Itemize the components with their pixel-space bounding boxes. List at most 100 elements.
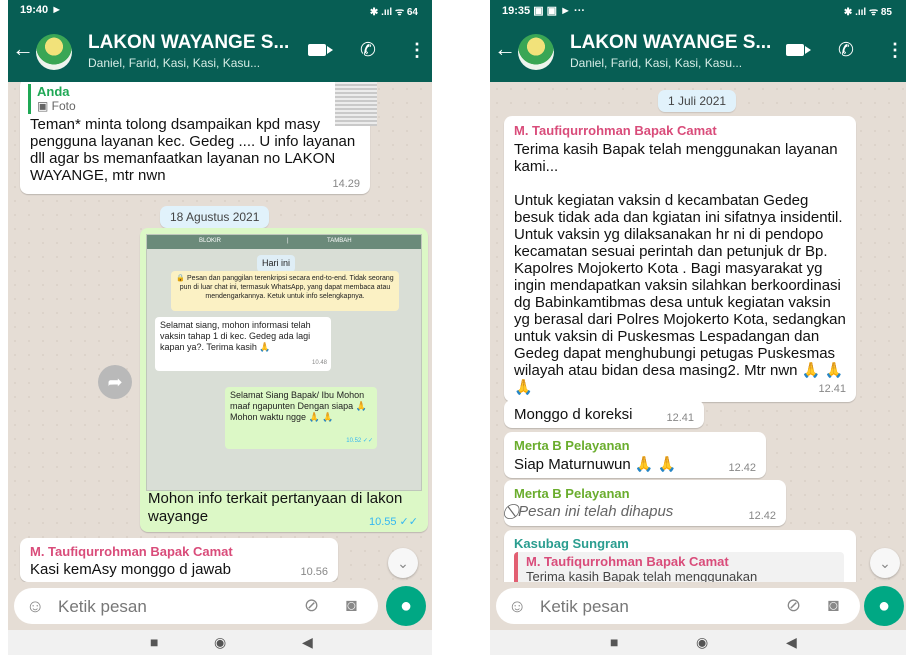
group-members[interactable]: Daniel, Farid, Kasi, Kasi, Kasu... [570,56,742,70]
deleted-message: ⃠ Pesan ini telah dihapus [514,503,776,520]
embed-outgoing-text: Selamat Siang Bapak/ Ibu Mohon maaf ngap… [230,390,367,422]
message-time: 12.41 [818,383,846,395]
more-options-icon[interactable]: ⋮ [886,40,904,61]
video-call-icon[interactable] [786,44,811,56]
phone-call-icon[interactable]: ✆ [360,39,376,62]
back-nav-icon[interactable]: ◀ [786,634,797,651]
emoji-icon[interactable]: ☺ [508,596,526,617]
more-options-icon[interactable]: ⋮ [408,40,426,61]
message-text: Terima kasih Bapak telah menggunakan lay… [514,141,838,175]
message-text: Siap Maturnuwun 🙏 🙏 [514,456,677,473]
recents-icon[interactable]: ■ [610,634,618,650]
status-time: 19:40 ► [20,4,63,16]
message-sender: Merta B Pelayanan [514,486,630,501]
camera-icon[interactable]: ◙ [346,595,357,616]
home-icon[interactable]: ◉ [214,634,226,651]
embed-header: BLOKIR | TAMBAH [147,235,421,249]
quoted-sender: M. Taufiqurrohman Bapak Camat [526,554,729,569]
message-input[interactable]: ☺ Ketik pesan ⊘ ◙ [496,588,860,624]
embed-outgoing-time: 10.52 ✓✓ [346,438,373,444]
message-text: Untuk kegiatan vaksin d kecambatan Gedeg… [514,192,846,396]
message-text: Kasi kemAsy monggo d jawab [30,561,231,578]
scroll-down-chevron-icon[interactable]: ⌄ [388,548,418,578]
message-time: 10.56 [300,566,328,578]
message-time: 14.29 [332,178,360,190]
quoted-text: Terima kasih Bapak telah menggunakan [526,569,758,582]
attach-paperclip-icon[interactable]: ⊘ [786,595,801,616]
reply-type: ▣ Foto [37,99,328,113]
android-nav-bar: ■ ◉ ◀ [8,630,432,655]
chat-header: ← LAKON WAYANGE S... Daniel, Farid, Kasi… [8,22,432,82]
message-bubble[interactable]: M. Taufiqurrohman Bapak Camat Terima kas… [504,116,856,402]
camera-icon[interactable]: ◙ [828,595,839,616]
scroll-down-chevron-icon[interactable]: ⌄ [870,548,900,578]
reply-sender: Anda [37,84,70,99]
left-phone-screen: 19:40 ► ✱ .ııl ᯤ 64 ← LAKON WAYANGE S...… [8,0,432,655]
chat-area[interactable]: Anda ▣ Foto Teman* minta tolong dsampaik… [8,82,432,582]
message-text: Pesan ini telah dihapus [518,503,674,520]
home-icon[interactable]: ◉ [696,634,708,651]
message-input[interactable]: ☺ Ketik pesan ⊘ ◙ [14,588,378,624]
attach-paperclip-icon[interactable]: ⊘ [304,595,319,616]
android-nav-bar: ■ ◉ ◀ [490,630,906,655]
embed-blokir: BLOKIR [199,238,222,244]
message-time: 12.42 [728,462,756,474]
back-arrow-icon[interactable]: ← [494,36,516,62]
back-nav-icon[interactable]: ◀ [302,634,313,651]
chat-header: ← LAKON WAYANGE S... Daniel, Farid, Kasi… [490,22,906,82]
phone-call-icon[interactable]: ✆ [838,39,854,62]
status-icons: ✱ .ııl ᯤ 64 [369,7,418,18]
message-bubble-deleted[interactable]: Merta B Pelayanan ⃠ Pesan ini telah diha… [504,480,786,526]
reply-type-label: Foto [51,99,76,113]
input-bar: ☺ Ketik pesan ⊘ ◙ ● [490,582,906,630]
mic-button-icon[interactable]: ● [864,586,904,626]
status-bar: 19:40 ► ✱ .ııl ᯤ 64 [8,0,432,22]
chat-area[interactable]: 1 Juli 2021 M. Taufiqurrohman Bapak Cama… [490,82,906,582]
reply-quote[interactable]: Anda ▣ Foto [28,84,328,114]
status-icons: ✱ .ııl ᯤ 85 [843,7,892,18]
status-time: 19:35 ▣ ▣ ► ··· [502,5,586,17]
message-text: Teman* minta tolong dsampaikan kpd masy … [30,116,356,184]
recents-icon[interactable]: ■ [150,634,158,650]
message-time: 12.41 [666,412,694,424]
message-bubble-reply[interactable]: Kasubag Sungram M. Taufiqurrohman Bapak … [504,530,856,582]
message-bubble-image[interactable]: BLOKIR | TAMBAH Hari ini 🔒 Pesan dan pan… [140,228,428,532]
message-time: 12.42 [748,510,776,522]
mic-button-icon[interactable]: ● [386,586,426,626]
message-bubble[interactable]: M. Taufiqurrohman Bapak Camat Kasi kemAs… [20,538,338,582]
group-title[interactable]: LAKON WAYANGE S... [88,32,289,54]
embed-incoming-time: 10.48 [311,360,327,366]
message-time: 10.55 ✓✓ [368,516,418,528]
group-title[interactable]: LAKON WAYANGE S... [570,32,771,54]
embed-date: Hari ini [257,255,296,272]
message-sender: M. Taufiqurrohman Bapak Camat [514,123,717,138]
right-phone-screen: 19:35 ▣ ▣ ► ··· ✱ .ııl ᯤ 85 ← LAKON WAYA… [490,0,906,655]
group-members[interactable]: Daniel, Farid, Kasi, Kasi, Kasu... [88,56,260,70]
embed-tambah: TAMBAH [327,238,352,244]
photo-icon: ▣ [37,99,52,113]
input-bar: ☺ Ketik pesan ⊘ ◙ ● [8,582,432,630]
screenshot-image[interactable]: BLOKIR | TAMBAH Hari ini 🔒 Pesan dan pan… [146,234,422,491]
embed-incoming-text: Selamat siang, mohon informasi telah vak… [160,320,311,352]
embed-outgoing: Selamat Siang Bapak/ Ibu Mohon maaf ngap… [225,387,377,449]
message-text: Monggo d koreksi [514,406,633,423]
embed-encryption-notice: 🔒 Pesan dan panggilan terenkripsi secara… [171,271,399,311]
reply-quote[interactable]: M. Taufiqurrohman Bapak Camat Terima kas… [514,552,844,582]
embed-incoming: Selamat siang, mohon informasi telah vak… [155,317,331,371]
input-placeholder: Ketik pesan [58,597,147,616]
group-avatar-icon[interactable] [518,34,554,70]
message-sender: Merta B Pelayanan [514,438,630,453]
forward-icon[interactable]: ➦ [98,365,132,399]
date-separator: 1 Juli 2021 [658,90,737,112]
message-sender: M. Taufiqurrohman Bapak Camat [30,544,233,559]
date-separator: 18 Agustus 2021 [160,206,270,228]
message-bubble[interactable]: Merta B Pelayanan Siap Maturnuwun 🙏 🙏 12… [504,432,766,478]
back-arrow-icon[interactable]: ← [12,36,34,62]
status-bar: 19:35 ▣ ▣ ► ··· ✱ .ııl ᯤ 85 [490,0,906,22]
emoji-icon[interactable]: ☺ [26,596,44,617]
video-call-icon[interactable] [308,44,333,56]
group-avatar-icon[interactable] [36,34,72,70]
message-bubble[interactable]: Monggo d koreksi 12.41 [504,400,704,428]
message-bubble[interactable]: Anda ▣ Foto Teman* minta tolong dsampaik… [20,82,377,194]
input-placeholder: Ketik pesan [540,597,629,616]
